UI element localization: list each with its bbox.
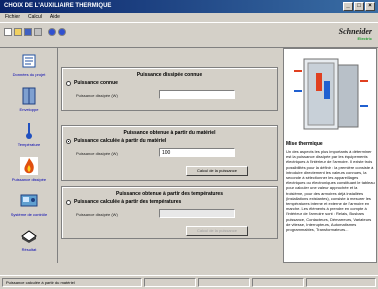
document-icon bbox=[20, 52, 38, 70]
help-panel: Mise thermique Un des aspects les plus i… bbox=[283, 48, 377, 263]
minimize-button[interactable]: _ bbox=[343, 2, 353, 11]
material-power-row: Puissance dissipée (W) 100 bbox=[62, 148, 277, 160]
temperature-power-row: Puissance dissipée (W) bbox=[62, 209, 277, 221]
known-power-group: Puissance dissipée connue Puissance conn… bbox=[61, 67, 278, 111]
calculate-power-button[interactable]: Calcul de la puissance bbox=[186, 166, 248, 176]
main-panel: Puissance dissipée connue Puissance conn… bbox=[58, 48, 283, 263]
temperature-power-group: Puissance obtenue à partir des températu… bbox=[61, 186, 278, 239]
sidebar-item-enclosure[interactable]: Enveloppe bbox=[2, 85, 56, 120]
material-power-group: Puissance obtenue à partir du matériel P… bbox=[61, 125, 278, 181]
toolbar: Schneider Electric bbox=[0, 22, 378, 48]
material-power-input[interactable]: 100 bbox=[159, 148, 235, 157]
group-title: Puissance dissipée connue bbox=[136, 72, 203, 78]
close-button[interactable]: × bbox=[365, 2, 375, 11]
temperature-power-input[interactable] bbox=[159, 209, 235, 218]
known-power-row: Puissance dissipée (W) bbox=[62, 90, 277, 102]
known-power-option[interactable]: Puissance connue bbox=[66, 80, 277, 86]
status-cell bbox=[198, 278, 250, 287]
sidebar-item-control[interactable]: Système de contrôle bbox=[2, 190, 56, 225]
status-cell bbox=[144, 278, 196, 287]
status-cell bbox=[306, 278, 376, 287]
maximize-button[interactable]: □ bbox=[354, 2, 364, 11]
help-icon[interactable] bbox=[48, 28, 56, 36]
info-icon[interactable] bbox=[58, 28, 66, 36]
cabinet-icon bbox=[20, 87, 38, 105]
group-title: Puissance obtenue à partir des températu… bbox=[116, 191, 223, 197]
radio-material[interactable] bbox=[66, 138, 71, 144]
controller-icon bbox=[20, 192, 38, 210]
temperature-power-option[interactable]: Puissance calculée à partir des températ… bbox=[66, 199, 277, 205]
menu-bar: Fichier Calcul Aide bbox=[0, 13, 378, 22]
status-bar: Puissance calculée à partir du matériel bbox=[0, 275, 378, 289]
help-title: Mise thermique bbox=[286, 141, 323, 147]
sidebar-item-power[interactable]: Puissance dissipée bbox=[2, 155, 56, 190]
schneider-logo: Schneider Electric bbox=[338, 27, 372, 41]
sidebar-item-result[interactable]: Résultat bbox=[2, 225, 56, 260]
flame-icon bbox=[20, 157, 38, 175]
menu-aide[interactable]: Aide bbox=[50, 14, 60, 21]
help-text: Un des aspects les plus importants à dét… bbox=[286, 149, 375, 233]
title-bar: CHOIX DE L'AUXILIAIRE THERMIQUE _ □ × bbox=[0, 0, 378, 13]
open-icon[interactable] bbox=[14, 28, 22, 36]
material-power-option[interactable]: Puissance calculée à partir du matériel bbox=[66, 138, 277, 144]
status-cell: Puissance calculée à partir du matériel bbox=[2, 278, 142, 287]
new-icon[interactable] bbox=[4, 28, 12, 36]
radio-temperature[interactable] bbox=[66, 199, 71, 205]
thermometer-icon bbox=[20, 122, 38, 140]
window-controls: _ □ × bbox=[343, 2, 375, 11]
cabinet-illustration bbox=[286, 51, 375, 137]
print-icon[interactable] bbox=[34, 28, 42, 36]
sidebar: Données du projet Enveloppe Température … bbox=[0, 48, 58, 263]
window-title: CHOIX DE L'AUXILIAIRE THERMIQUE bbox=[4, 3, 112, 9]
radio-known[interactable] bbox=[66, 80, 71, 86]
calculate-temperature-button[interactable]: Calcul de la puissance bbox=[186, 226, 248, 236]
menu-calcul[interactable]: Calcul bbox=[28, 14, 42, 21]
group-title: Puissance obtenue à partir du matériel bbox=[123, 130, 216, 136]
save-icon[interactable] bbox=[24, 28, 32, 36]
known-power-input[interactable] bbox=[159, 90, 235, 99]
menu-file[interactable]: Fichier bbox=[5, 14, 20, 21]
sidebar-item-temperature[interactable]: Température bbox=[2, 120, 56, 155]
status-cell bbox=[252, 278, 304, 287]
sidebar-item-project[interactable]: Données du projet bbox=[2, 50, 56, 85]
check-icon bbox=[20, 227, 38, 245]
